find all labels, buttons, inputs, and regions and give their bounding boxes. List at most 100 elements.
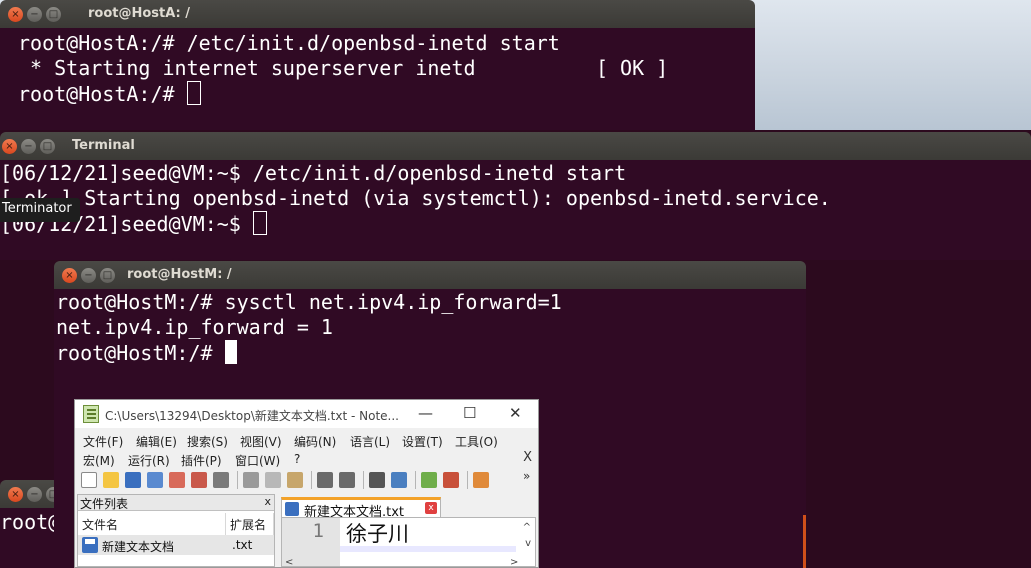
minimize-icon[interactable]: − — [27, 7, 42, 22]
terminal-window-hosta[interactable]: × − □ root@HostA: / root@HostA:/# /etc/i… — [0, 0, 755, 130]
file-name: 新建文本文档 — [102, 540, 175, 554]
close-icon[interactable]: × — [8, 7, 23, 22]
minimize-icon[interactable]: − — [81, 268, 96, 283]
save-all-icon[interactable] — [147, 472, 163, 488]
close-icon[interactable]: × — [62, 268, 77, 283]
titlebar[interactable]: C:\Users\13294\Desktop\新建文本文档.txt - Note… — [75, 400, 538, 428]
menu-search[interactable]: 搜索(S) — [187, 433, 228, 450]
toolbar-separator — [363, 471, 364, 489]
terminal-line: root@S — [0, 510, 60, 534]
print-icon[interactable] — [213, 472, 229, 488]
zoom-in-icon[interactable] — [421, 472, 437, 488]
window-title: root@HostA: / — [88, 6, 191, 21]
close-icon[interactable]: x — [264, 495, 271, 508]
text-cursor — [224, 340, 237, 364]
panel-title: 文件列表 x — [78, 495, 274, 511]
text-cursor — [252, 211, 267, 235]
toolbar-separator — [237, 471, 238, 489]
text-cursor — [186, 81, 201, 105]
menu-encoding[interactable]: 编码(N) — [294, 433, 336, 450]
titlebar[interactable]: × − □ root@HostM: / — [54, 261, 806, 289]
menu-file[interactable]: 文件(F) — [83, 433, 123, 450]
toolbar-separator — [467, 471, 468, 489]
minimize-icon[interactable]: − — [21, 139, 36, 154]
toolbar: » — [79, 469, 534, 491]
window-title: Terminal — [72, 138, 135, 153]
notepad-app-icon — [83, 405, 99, 423]
menu-bar-row2: 宏(M) 运行(R) 插件(P) 窗口(W) ? — [75, 450, 538, 468]
undo-icon[interactable] — [317, 472, 333, 488]
column-header-extension[interactable]: 扩展名 — [226, 513, 274, 535]
window-edge-accent — [803, 515, 806, 568]
terminal-line: root@HostM:/# sysctl net.ipv4.ip_forward… — [56, 290, 562, 314]
menu-help[interactable]: ? — [294, 452, 300, 466]
terminal-prompt-line: root@HostA:/# — [18, 81, 201, 107]
terminal-window-vm[interactable]: × − □ Terminal [06/12/21]seed@VM:~$ /etc… — [0, 132, 1031, 260]
close-all-icon[interactable] — [191, 472, 207, 488]
terminal-prompt-line: root@HostM:/# — [56, 340, 237, 366]
save-icon — [285, 502, 299, 516]
maximize-icon[interactable]: □ — [40, 139, 55, 154]
toolbar-separator — [311, 471, 312, 489]
menu-macro[interactable]: 宏(M) — [83, 452, 115, 469]
menu-plugins[interactable]: 插件(P) — [181, 452, 222, 469]
paste-icon[interactable] — [287, 472, 303, 488]
close-file-icon[interactable] — [169, 472, 185, 488]
redo-icon[interactable] — [339, 472, 355, 488]
terminal-line: net.ipv4.ip_forward = 1 — [56, 315, 333, 339]
terminal-body[interactable]: root@HostA:/# /etc/init.d/openbsd-inetd … — [0, 28, 755, 130]
terminal-line: [06/12/21]seed@VM:~$ /etc/init.d/openbsd… — [0, 161, 627, 185]
file-list-panel: 文件列表 x 文件名 扩展名 新建文本文档 .txt — [77, 494, 275, 567]
new-file-icon[interactable] — [81, 472, 97, 488]
sync-scroll-icon[interactable] — [473, 472, 489, 488]
titlebar[interactable]: × − □ root@HostA: / — [0, 0, 755, 28]
maximize-icon[interactable]: □ — [46, 7, 61, 22]
list-item[interactable]: 新建文本文档 .txt — [78, 535, 274, 555]
close-icon[interactable]: x — [425, 502, 437, 514]
editor-content[interactable]: 徐子川 — [346, 518, 409, 548]
document-tab-bar: 新建文本文档.txt x — [281, 495, 536, 520]
scroll-right-icon[interactable]: > — [510, 557, 518, 568]
tooltip: Terminator — [0, 198, 80, 222]
menu-run[interactable]: 运行(R) — [128, 452, 170, 469]
terminal-body[interactable]: root@S — [0, 508, 60, 568]
menu-window[interactable]: 窗口(W) — [235, 452, 280, 469]
menu-language[interactable]: 语言(L) — [350, 433, 390, 450]
cut-icon[interactable] — [243, 472, 259, 488]
save-icon[interactable] — [125, 472, 141, 488]
zoom-out-icon[interactable] — [443, 472, 459, 488]
maximize-icon[interactable]: ☐ — [463, 404, 476, 422]
menu-tools[interactable]: 工具(O) — [455, 433, 498, 450]
scroll-down-icon[interactable]: v — [525, 538, 531, 549]
menu-settings[interactable]: 设置(T) — [402, 433, 443, 450]
terminal-window-background[interactable]: × − □ root@S — [0, 480, 60, 568]
scroll-up-icon[interactable]: ^ — [523, 522, 531, 533]
menu-view[interactable]: 视图(V) — [240, 433, 282, 450]
open-icon[interactable] — [103, 472, 119, 488]
toolbar-overflow-icon[interactable]: » — [523, 469, 533, 485]
maximize-icon[interactable]: □ — [100, 268, 115, 283]
close-icon[interactable]: ✕ — [509, 404, 522, 422]
replace-icon[interactable] — [391, 472, 407, 488]
menu-edit[interactable]: 编辑(E) — [136, 433, 177, 450]
titlebar[interactable]: × − □ — [0, 480, 60, 508]
terminal-body[interactable]: [06/12/21]seed@VM:~$ /etc/init.d/openbsd… — [0, 160, 1031, 260]
close-document-icon[interactable]: X — [523, 450, 532, 465]
titlebar[interactable]: × − □ Terminal — [0, 132, 1031, 160]
window-title: root@HostM: / — [127, 267, 232, 282]
scroll-left-icon[interactable]: < — [285, 557, 293, 568]
file-icon — [82, 537, 98, 553]
find-icon[interactable] — [369, 472, 385, 488]
copy-icon[interactable] — [265, 472, 281, 488]
close-icon[interactable]: × — [2, 139, 17, 154]
terminal-line: * Starting internet superserver inetd [ … — [18, 56, 669, 80]
toolbar-separator — [415, 471, 416, 489]
panel-title-text: 文件列表 — [80, 497, 129, 511]
minimize-icon[interactable]: − — [27, 487, 42, 502]
column-header-name[interactable]: 文件名 — [78, 513, 226, 535]
text-editor[interactable]: 1 徐子川 ^ v — [281, 517, 536, 567]
close-icon[interactable]: × — [8, 487, 23, 502]
notepad-plus-plus-window[interactable]: C:\Users\13294\Desktop\新建文本文档.txt - Note… — [74, 399, 539, 568]
minimize-icon[interactable]: — — [418, 404, 433, 422]
document-tab[interactable]: 新建文本文档.txt x — [281, 497, 441, 520]
